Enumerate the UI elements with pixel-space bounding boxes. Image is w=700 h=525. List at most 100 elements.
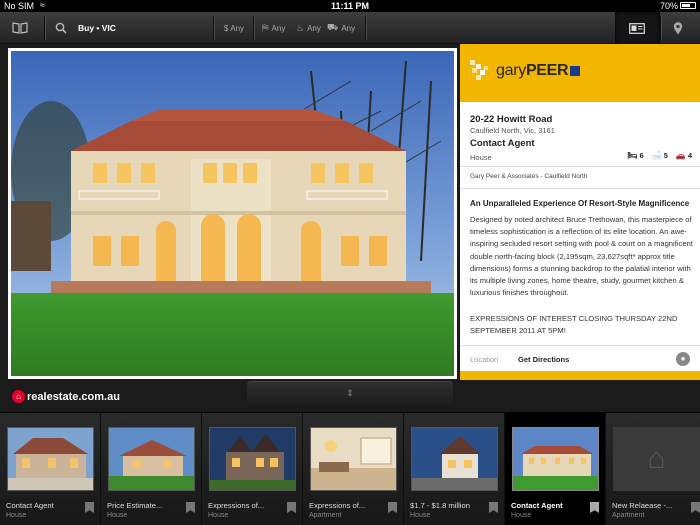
baths-count: 5: [663, 151, 668, 160]
house-thumb-image: [8, 428, 93, 490]
carousel-drawer-handle[interactable]: ⇕: [247, 381, 453, 406]
agency-name: garyPEER: [496, 62, 569, 80]
status-time: 11:11 PM: [330, 1, 370, 11]
carousel-thumb: [209, 427, 296, 491]
bed-icon: 🛏: [627, 151, 638, 160]
agency-name-bold: PEER: [525, 62, 569, 79]
carousel-card[interactable]: Expressions of... Apartment: [303, 413, 403, 525]
carousel-card[interactable]: Contact Agent House: [0, 413, 100, 525]
listing-carousel[interactable]: Contact Agent House Price Estimate... Ho…: [0, 412, 700, 525]
carousel-card-type: House: [6, 512, 27, 519]
toolbar-divider: [365, 16, 366, 40]
carousel-card-type: House: [511, 512, 532, 519]
carousel-card[interactable]: $1.7 - $1.8 million House: [404, 413, 504, 525]
battery-icon: [680, 2, 696, 9]
cars-count: 4: [687, 151, 692, 160]
carousel-thumb: [7, 427, 94, 491]
price-filter-label: $ Any: [224, 23, 245, 33]
toolbar-divider: [213, 16, 214, 40]
agency-brand-footer: [460, 371, 700, 380]
carousel-card[interactable]: Price Estimate... House: [101, 413, 201, 525]
property-photo[interactable]: [11, 51, 454, 376]
carousel-card-title: Contact Agent: [6, 501, 54, 510]
listing-address: 20-22 Howitt Road: [470, 114, 553, 125]
map-pin-icon[interactable]: ●: [676, 352, 690, 366]
listing-price: Contact Agent: [470, 138, 535, 149]
agency-logo: garyPEER: [470, 58, 581, 84]
apartment-interior-image: [311, 428, 396, 490]
status-bar: No SIM ≈ 11:11 PM 70%: [0, 0, 700, 12]
bookmark-icon[interactable]: [186, 502, 195, 513]
saved-button[interactable]: [12, 12, 28, 44]
carousel-card-type: House: [208, 512, 229, 519]
carousel-card-title: Contact Agent: [511, 501, 563, 510]
listing-headline: An Unparalleled Experience Of Resort-Sty…: [470, 199, 690, 208]
bookmark-icon[interactable]: [287, 502, 296, 513]
divider: [460, 188, 700, 189]
toolbar-divider: [253, 16, 254, 40]
bookmark-icon[interactable]: [489, 502, 498, 513]
battery-fill: [682, 4, 691, 7]
carousel-card-selected[interactable]: Contact Agent House: [505, 413, 605, 525]
mansion-thumb-image: [513, 428, 598, 490]
detail-view-icon: [629, 22, 645, 34]
listing-description: Designed by noted architect Bruce Tretho…: [470, 215, 693, 298]
carousel-card-title: Expressions of...: [309, 501, 366, 510]
listing-agency[interactable]: Gary Peer & Associates - Caulfield North: [470, 173, 587, 180]
carousel-card[interactable]: ⌂ New Relaease -... Apartment: [606, 413, 700, 525]
map-view-button[interactable]: [673, 12, 683, 44]
bed-filter-label: Any: [271, 23, 286, 33]
listing-closing-notice: EXPRESSIONS OF INTEREST CLOSING THURSDAY…: [470, 314, 678, 336]
carousel-thumb: [512, 427, 599, 491]
car-filter-label: Any: [341, 23, 356, 33]
divider: [460, 166, 700, 167]
toolbar-divider: [44, 16, 45, 40]
search-icon: [55, 22, 67, 34]
listing-suburb: Caulfield North, Vic, 3161: [470, 126, 555, 135]
bath-icon: 🛁: [651, 151, 662, 160]
detail-view-icon-wrap: [629, 12, 645, 44]
search-button[interactable]: Buy • VIC: [55, 12, 116, 44]
listing-detail-panel: garyPEER 20-22 Howitt Road Caulfield Nor…: [460, 44, 700, 380]
house-thumb-image: [109, 428, 194, 490]
agency-name-light: gary: [496, 62, 526, 79]
car-icon: ⛟: [327, 22, 339, 32]
drag-handle-icon: ⇕: [346, 388, 354, 398]
bookmark-icon[interactable]: [388, 502, 397, 513]
portal-house-icon: ⌂: [12, 390, 25, 403]
bath-icon: ♨: [296, 22, 305, 33]
book-icon: [12, 22, 28, 34]
carousel-card-type: Apartment: [309, 512, 342, 519]
location-row[interactable]: Location Get Directions ●: [460, 345, 700, 371]
cars-feature: 🚗 4: [676, 151, 692, 160]
toolbar-divider: [660, 16, 661, 40]
agency-brand-bar: garyPEER: [460, 44, 700, 102]
location-label: Location: [470, 355, 499, 364]
baths-feature: 🛁 5: [652, 151, 668, 160]
bath-filter[interactable]: ♨ Any: [296, 12, 321, 44]
agency-flag-icon: [570, 66, 581, 76]
no-photo-house-icon: ⌂: [613, 427, 700, 491]
beds-count: 6: [639, 151, 644, 160]
price-filter[interactable]: $ Any: [224, 12, 244, 44]
house-thumb-image: [412, 428, 497, 490]
bed-filter[interactable]: ⛿ Any: [262, 12, 285, 44]
car-icon: 🚗: [675, 151, 686, 160]
bookmark-icon[interactable]: [85, 502, 94, 513]
carousel-card[interactable]: Expressions of... House: [202, 413, 302, 525]
portal-logo: ⌂ realestate.com.au: [12, 390, 120, 403]
listing-property-type: House: [470, 153, 492, 162]
carousel-thumb: [411, 427, 498, 491]
bookmark-icon[interactable]: [590, 502, 599, 513]
carousel-card-title: Expressions of...: [208, 501, 265, 510]
car-filter[interactable]: ⛟ Any: [327, 12, 355, 44]
carousel-card-title: Price Estimate...: [107, 501, 163, 510]
portal-name: realestate.com.au: [27, 390, 120, 403]
battery-percentage: 70%: [659, 1, 678, 11]
mansion-illustration: [11, 51, 454, 376]
get-directions-link[interactable]: Get Directions: [518, 355, 569, 364]
bath-filter-label: Any: [307, 23, 321, 33]
bookmark-icon[interactable]: [691, 502, 700, 513]
map-pin-icon: [673, 21, 683, 34]
property-photo-frame[interactable]: [8, 48, 457, 379]
